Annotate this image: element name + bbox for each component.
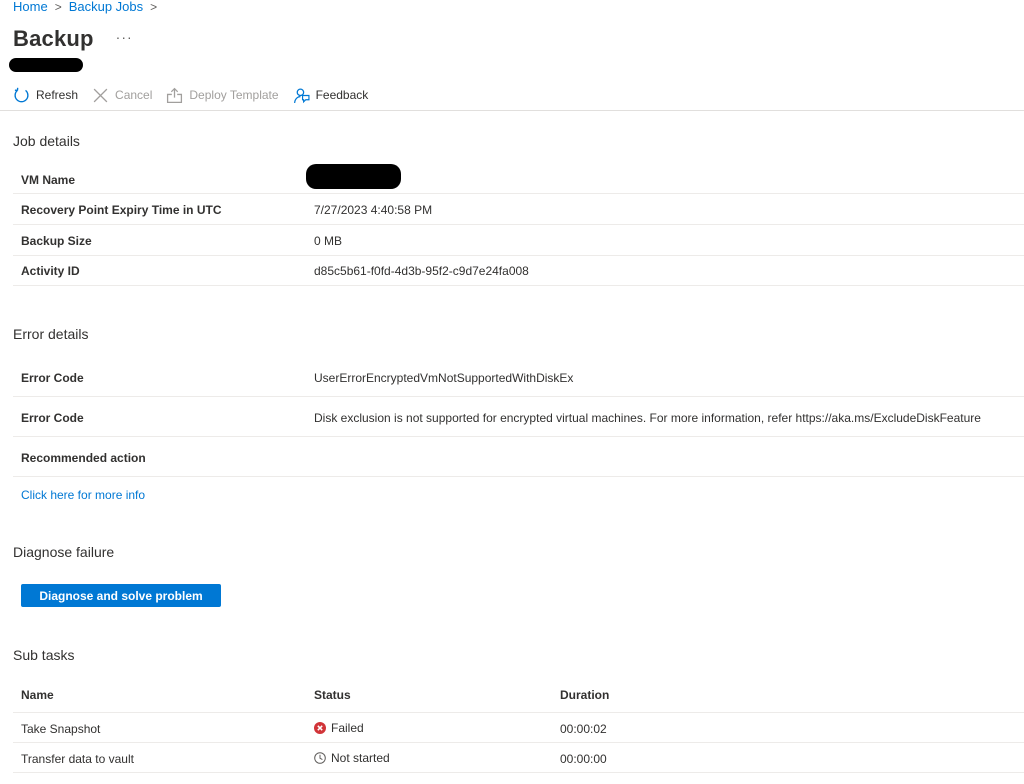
table-row: Transfer data to vault Not started 00:00… — [13, 743, 1024, 773]
error-details-title: Error details — [13, 326, 89, 342]
breadcrumb-backup-jobs[interactable]: Backup Jobs — [69, 0, 143, 14]
expiry-time-value: 7/27/2023 4:40:58 PM — [314, 203, 433, 217]
task-status-label: Not started — [331, 751, 390, 765]
job-details-title: Job details — [13, 133, 80, 149]
breadcrumb-separator: > — [150, 0, 158, 14]
feedback-icon — [293, 87, 310, 104]
more-options-button[interactable]: ··· — [116, 29, 133, 45]
error-code-value: UserErrorEncryptedVmNotSupportedWithDisk… — [314, 371, 574, 385]
error-message-value: Disk exclusion is not supported for encr… — [314, 411, 981, 425]
command-bar: Refresh Cancel Deploy Template Feedback — [13, 84, 382, 106]
more-info-link[interactable]: Click here for more info — [21, 488, 145, 502]
backup-size-value: 0 MB — [314, 234, 343, 248]
error-message-label: Error Code — [21, 411, 84, 425]
breadcrumb: Home > Backup Jobs > — [13, 0, 157, 14]
error-details-table: Error Code UserErrorEncryptedVmNotSuppor… — [13, 357, 1024, 477]
column-header-status: Status — [314, 688, 351, 702]
error-code-row: Error Code UserErrorEncryptedVmNotSuppor… — [13, 357, 1024, 397]
backup-size-row: Backup Size 0 MB — [13, 225, 1024, 256]
task-name: Transfer data to vault — [21, 752, 134, 766]
activity-id-row: Activity ID d85c5b61-f0fd-4d3b-95f2-c9d7… — [13, 256, 1024, 286]
table-row: Take Snapshot Failed 00:00:02 — [13, 713, 1024, 743]
job-details-table: VM Name Recovery Point Expiry Time in UT… — [13, 164, 1024, 286]
error-message-row: Error Code Disk exclusion is not support… — [13, 397, 1024, 437]
task-status-label: Failed — [331, 721, 364, 735]
diagnose-failure-title: Diagnose failure — [13, 544, 115, 560]
task-duration: 00:00:00 — [560, 752, 607, 766]
task-name: Take Snapshot — [21, 722, 101, 736]
backup-size-label: Backup Size — [21, 234, 92, 248]
task-status: Failed — [314, 721, 364, 735]
cancel-label: Cancel — [115, 88, 153, 102]
cancel-button[interactable]: Cancel — [92, 87, 152, 104]
vm-name-row: VM Name — [13, 164, 1024, 194]
column-header-duration: Duration — [560, 688, 610, 702]
redacted-subtitle — [9, 58, 83, 72]
sub-tasks-table: Name Status Duration Take Snapshot Faile… — [13, 677, 1024, 773]
activity-id-value: d85c5b61-f0fd-4d3b-95f2-c9d7e24fa008 — [314, 264, 529, 278]
redacted-vm-name — [306, 164, 401, 189]
activity-id-label: Activity ID — [21, 264, 80, 278]
toolbar-divider — [0, 110, 1024, 111]
expiry-time-label: Recovery Point Expiry Time in UTC — [21, 203, 222, 217]
deploy-template-label: Deploy Template — [189, 88, 279, 102]
column-header-name: Name — [21, 688, 54, 702]
refresh-label: Refresh — [36, 88, 79, 102]
clock-icon — [314, 752, 326, 764]
sub-tasks-title: Sub tasks — [13, 647, 75, 663]
refresh-button[interactable]: Refresh — [13, 87, 78, 104]
recommended-action-row: Recommended action — [13, 437, 1024, 477]
error-circle-icon — [314, 722, 326, 734]
page-title: Backup — [13, 26, 94, 51]
diagnose-and-solve-button[interactable]: Diagnose and solve problem — [21, 584, 221, 607]
table-header-row: Name Status Duration — [13, 677, 1024, 713]
close-icon — [92, 87, 109, 104]
task-status: Not started — [314, 751, 390, 765]
breadcrumb-home[interactable]: Home — [13, 0, 48, 14]
task-duration: 00:00:02 — [560, 722, 607, 736]
refresh-icon — [13, 87, 30, 104]
deploy-template-button[interactable]: Deploy Template — [166, 87, 279, 104]
feedback-button[interactable]: Feedback — [293, 87, 369, 104]
breadcrumb-separator: > — [54, 0, 62, 14]
title-row: Backup ··· — [13, 26, 133, 52]
upload-icon — [166, 87, 183, 104]
recommended-action-label: Recommended action — [21, 451, 146, 465]
expiry-time-row: Recovery Point Expiry Time in UTC 7/27/2… — [13, 194, 1024, 225]
feedback-label: Feedback — [315, 88, 369, 102]
vm-name-label: VM Name — [21, 173, 76, 187]
error-code-label: Error Code — [21, 371, 84, 385]
